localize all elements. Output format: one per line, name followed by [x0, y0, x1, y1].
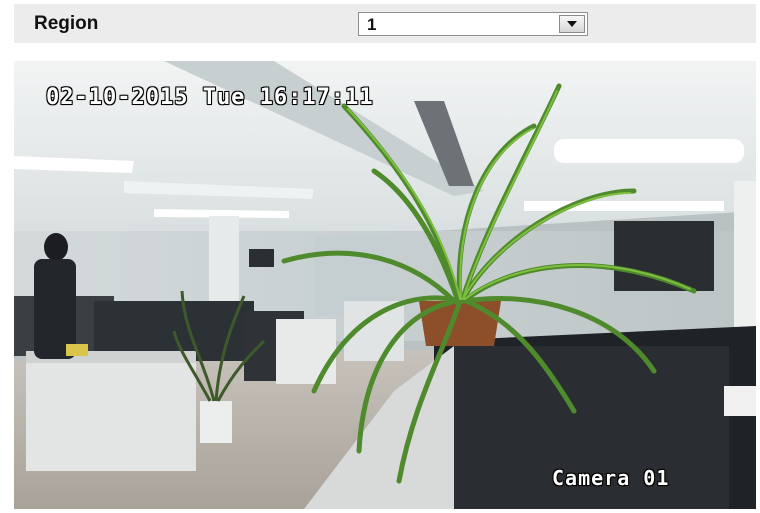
camera-name-label: Camera 01 [552, 466, 670, 490]
region-config-panel: Region 1 02-10-2015 Tue 16:17:11 Camera … [0, 0, 760, 513]
chevron-down-icon [567, 21, 577, 27]
region-label: Region [34, 13, 99, 34]
video-timestamp: 02-10-2015 Tue 16:17:11 [46, 85, 374, 110]
camera-live-view[interactable]: 02-10-2015 Tue 16:17:11 Camera 01 [14, 61, 756, 509]
region-select-value: 1 [367, 15, 377, 34]
region-select[interactable]: 1 [358, 12, 588, 36]
region-row: Region 1 [14, 4, 756, 43]
camera-frame-image [14, 61, 756, 509]
dropdown-arrow-button[interactable] [559, 15, 585, 33]
